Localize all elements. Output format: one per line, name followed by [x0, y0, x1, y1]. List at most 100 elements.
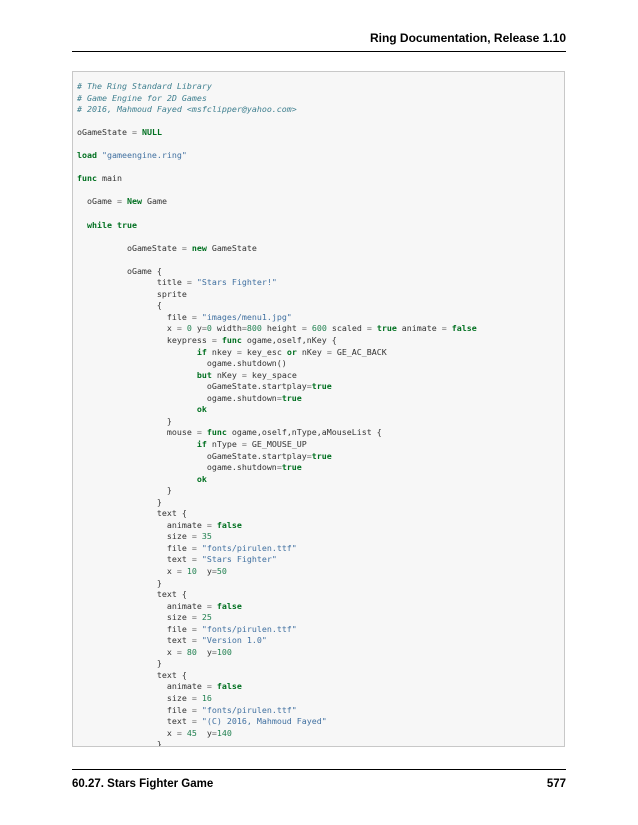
- code-token: while: [87, 219, 112, 230]
- code-line: size = 35: [77, 531, 477, 543]
- code-token: ok: [196, 473, 207, 484]
- code-token: y: [196, 646, 212, 657]
- code-line: text {: [77, 589, 477, 601]
- code-token: "fonts/pirulen.ttf": [201, 704, 297, 715]
- code-token: animate: [77, 681, 207, 692]
- code-token: true: [281, 392, 302, 403]
- code-line: func main: [77, 173, 477, 185]
- code-token: if: [196, 346, 207, 357]
- code-token: animate: [77, 600, 207, 611]
- code-token: load: [77, 150, 97, 161]
- code-listing: # The Ring Standard Library # Game Engine…: [77, 81, 477, 746]
- code-line: text = "Stars Fighter": [77, 554, 477, 566]
- code-line: animate = false: [77, 520, 477, 532]
- code-token: func: [221, 335, 242, 346]
- code-token: y: [196, 565, 212, 576]
- code-token: y: [191, 323, 202, 334]
- code-token: false: [216, 600, 242, 611]
- code-token: mouse: [77, 427, 197, 438]
- code-line: oGame {: [77, 266, 477, 278]
- code-token: sprite: [77, 288, 187, 299]
- code-token: file: [77, 623, 192, 634]
- code-token: nType: [206, 438, 242, 449]
- code-token: height: [261, 323, 302, 334]
- code-line: ok: [77, 474, 477, 486]
- code-token: 10: [186, 565, 197, 576]
- code-token: }: [77, 485, 172, 496]
- code-token: 100: [216, 646, 232, 657]
- code-token: false: [451, 323, 477, 334]
- code-line: keypress = func ogame,oself,nKey {: [77, 335, 477, 347]
- code-token: {: [77, 300, 162, 311]
- code-token: }: [77, 415, 172, 426]
- code-token: oGameState: [77, 242, 182, 253]
- code-token: 25: [201, 612, 212, 623]
- code-token: # The Ring Standard Library: [77, 81, 212, 91]
- code-token: nKey: [211, 369, 242, 380]
- code-token: animate: [396, 323, 442, 334]
- code-line: file = "fonts/pirulen.ttf": [77, 624, 477, 636]
- code-token: ogame,oself,nKey {: [241, 335, 337, 346]
- code-line: while true: [77, 220, 477, 232]
- code-token: ogame,oself,nType,aMouseList {: [226, 427, 382, 438]
- code-token: ogame.shutdown: [77, 462, 277, 473]
- code-token: animate: [77, 519, 207, 530]
- footer-section-title: 60.27. Stars Fighter Game: [72, 778, 214, 790]
- code-token: NULL: [141, 127, 162, 138]
- code-token: size: [77, 692, 192, 703]
- code-line: sprite: [77, 289, 477, 301]
- code-token: GE_AC_BACK: [331, 346, 387, 357]
- code-line: animate = false: [77, 681, 477, 693]
- code-token: size: [77, 531, 192, 542]
- code-token: file: [77, 542, 192, 553]
- code-line: oGameState.startplay=true: [77, 451, 477, 463]
- code-token: true: [311, 381, 332, 392]
- code-token: "gameengine.ring": [101, 150, 187, 161]
- code-token: oGame {: [77, 265, 162, 276]
- code-line: title = "Stars Fighter!": [77, 277, 477, 289]
- code-line: }: [77, 416, 477, 428]
- code-token: file: [77, 704, 192, 715]
- code-line: file = "fonts/pirulen.ttf": [77, 543, 477, 555]
- code-line: file = "fonts/pirulen.ttf": [77, 705, 477, 717]
- code-token: }: [77, 496, 162, 507]
- code-token: true: [311, 450, 332, 461]
- code-line: oGameState = new GameState: [77, 243, 477, 255]
- code-token: }: [77, 658, 162, 669]
- code-token: scaled: [326, 323, 367, 334]
- code-token: "images/menu1.jpg": [201, 311, 292, 322]
- code-line: but nKey = key_space: [77, 370, 477, 382]
- code-line: {: [77, 300, 477, 312]
- code-token: key_esc: [241, 346, 287, 357]
- code-token: "fonts/pirulen.ttf": [201, 542, 297, 553]
- code-token: # Game Engine for 2D Games: [77, 92, 207, 103]
- code-token: if: [196, 438, 207, 449]
- code-line: ogame.shutdown=true: [77, 462, 477, 474]
- code-token: keypress: [77, 335, 212, 346]
- code-token: text {: [77, 508, 187, 519]
- code-token: oGameState.startplay: [77, 450, 307, 461]
- code-line: size = 25: [77, 612, 477, 624]
- code-token: true: [116, 219, 137, 230]
- code-line: animate = false: [77, 601, 477, 613]
- code-line: ogame.shutdown(): [77, 358, 477, 370]
- code-token: func: [206, 427, 227, 438]
- code-line: file = "images/menu1.jpg": [77, 312, 477, 324]
- code-line: }: [77, 658, 477, 670]
- code-token: "Stars Fighter": [201, 554, 277, 565]
- code-token: new: [191, 242, 207, 253]
- code-token: 80: [186, 646, 197, 657]
- code-token: but: [196, 369, 212, 380]
- code-token: width: [211, 323, 242, 334]
- code-token: "Stars Fighter!": [196, 277, 277, 288]
- code-line: load "gameengine.ring": [77, 150, 477, 162]
- code-line: text = "(C) 2016, Mahmoud Fayed": [77, 716, 477, 728]
- code-token: text {: [77, 669, 187, 680]
- code-line: x = 10 y=50: [77, 566, 477, 578]
